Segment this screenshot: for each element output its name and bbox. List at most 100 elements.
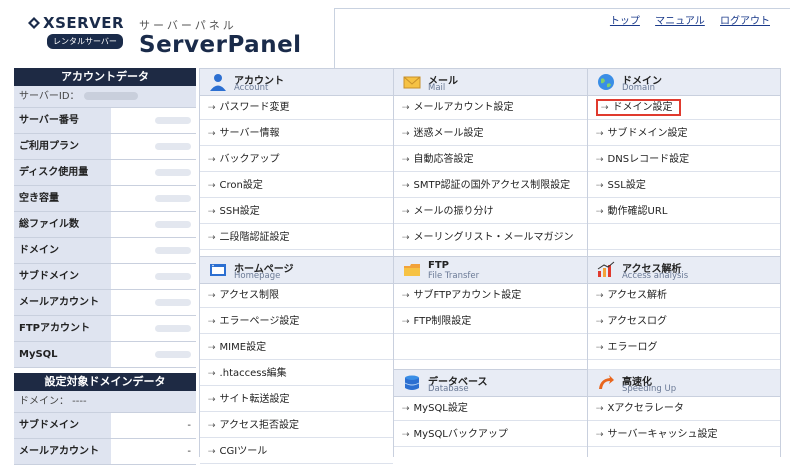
menu-item-homepage[interactable]: ⇢ .htaccess編集 (200, 361, 393, 386)
domain-data-row: メールアカウント - (14, 439, 196, 465)
menu-item-mail[interactable]: ⇢ メールアカウント設定 (394, 95, 587, 120)
section-header-account: アカウント Account (200, 68, 393, 96)
account-data-panel: アカウントデータ サーバーID： サーバー番号 ご利用プラン ディスク使用量 空き容量… (14, 68, 196, 465)
menu-item-label: DNSレコード設定 (607, 154, 690, 165)
menu-item-label: CGIツール (219, 446, 268, 457)
row-label: メールアカウント (14, 439, 111, 464)
menu-item-homepage[interactable]: ⇢ MIME設定 (200, 335, 393, 360)
menu-item-ftp[interactable]: ⇢ サブFTPアカウント設定 (394, 283, 587, 308)
menu-item-label: FTP制限設定 (413, 316, 472, 327)
menu-item-label: エラーページ設定 (219, 316, 300, 327)
menu-item-homepage[interactable]: ⇢ アクセス拒否設定 (200, 413, 393, 438)
menu-item-account[interactable]: ⇢ パスワード変更 (200, 95, 393, 120)
menu-item-label: パスワード変更 (219, 102, 290, 113)
highlight-box[interactable]: ⇢ ドメイン設定 (596, 99, 681, 116)
mail-icon (402, 72, 422, 92)
menu-item-account[interactable]: ⇢ SSH設定 (200, 199, 393, 224)
menu-item-label: MIME設定 (219, 342, 267, 353)
server-id-row: サーバーID： (14, 86, 196, 108)
row-value: - (111, 413, 196, 438)
arrow-icon: ⇢ (402, 233, 410, 243)
menu-item-account[interactable]: ⇢ 二段階認証設定 (200, 225, 393, 250)
domain-data-heading: 設定対象ドメインデータ (14, 373, 196, 391)
arrow-icon: ⇢ (596, 155, 604, 165)
xserver-logo[interactable]: XSERVER (28, 14, 124, 32)
menu-item-domain[interactable]: ⇢ SSL設定 (588, 173, 780, 198)
arrow-icon: ⇢ (402, 317, 410, 327)
row-value (111, 264, 196, 289)
menu-item-analytics[interactable]: ⇢ アクセス解析 (588, 283, 780, 308)
menu-item-ftp[interactable]: ⇢ FTP制限設定 (394, 309, 587, 334)
menu-item-label: Xアクセラレータ (607, 403, 684, 414)
menu-item-mail[interactable]: ⇢ メールの振り分け (394, 199, 587, 224)
section-subtitle: Database (428, 384, 469, 394)
target-domain-row: ドメイン： ---- (14, 391, 196, 413)
menu-item-label: MySQL設定 (413, 403, 468, 414)
section-header-mail: メール Mail (394, 68, 587, 96)
arrow-icon: ⇢ (208, 421, 216, 431)
nav-manual-link[interactable]: マニュアル (655, 16, 705, 27)
arrow-icon: ⇢ (208, 155, 216, 165)
account-data-row: ドメイン (14, 238, 196, 264)
menu-item-mail[interactable]: ⇢ メーリングリスト・メールマガジン (394, 225, 587, 250)
menu-item-mail[interactable]: ⇢ SMTP認証の国外アクセス制限設定 (394, 173, 587, 198)
arrow-icon: ⇢ (208, 317, 216, 327)
database-icon (402, 373, 422, 393)
row-value: - (111, 439, 196, 464)
account-data-row: 総ファイル数 (14, 212, 196, 238)
row-label: メールアカウント (14, 290, 111, 315)
menu-item-account[interactable]: ⇢ Cron設定 (200, 173, 393, 198)
menu-item-mail[interactable]: ⇢ 迷惑メール設定 (394, 121, 587, 146)
menu-item-domain[interactable]: ⇢ サブドメイン設定 (588, 121, 780, 146)
nav-top-link[interactable]: トップ (610, 16, 640, 27)
account-data-row: サーバー番号 (14, 108, 196, 134)
arrow-icon: ⇢ (596, 207, 604, 217)
menu-item-analytics[interactable]: ⇢ アクセスログ (588, 309, 780, 334)
menu-item-speedup[interactable]: ⇢ サーバーキャッシュ設定 (588, 422, 780, 447)
menu-item-label: SMTP認証の国外アクセス制限設定 (413, 180, 571, 191)
arrow-icon: ⇢ (402, 291, 410, 301)
row-value (111, 238, 196, 263)
menu-item-domain[interactable]: ⇢ ドメイン設定 (588, 95, 780, 120)
arrow-icon: ⇢ (208, 447, 216, 457)
menu-item-database[interactable]: ⇢ MySQLバックアップ (394, 422, 587, 447)
section-subtitle: File Transfer (428, 271, 480, 281)
arrow-icon: ⇢ (596, 291, 604, 301)
menu-item-homepage[interactable]: ⇢ CGIツール (200, 439, 393, 464)
menu-item-label: サーバー情報 (219, 128, 280, 139)
menu-item-mail[interactable]: ⇢ 自動応答設定 (394, 147, 587, 172)
menu-item-account[interactable]: ⇢ バックアップ (200, 147, 393, 172)
arrow-icon: ⇢ (208, 103, 216, 113)
domain-data-row: サブドメイン - (14, 413, 196, 439)
menu-item-analytics[interactable]: ⇢ エラーログ (588, 335, 780, 360)
section-subtitle: Account (234, 83, 269, 93)
account-data-row: サブドメイン (14, 264, 196, 290)
menu-item-label: バックアップ (219, 154, 280, 165)
menu-item-database[interactable]: ⇢ MySQL設定 (394, 396, 587, 421)
speedup-icon (596, 373, 616, 393)
menu-item-label: アクセス拒否設定 (219, 420, 300, 431)
menu-item-account[interactable]: ⇢ サーバー情報 (200, 121, 393, 146)
row-value (111, 316, 196, 341)
menu-item-domain[interactable]: ⇢ 動作確認URL (588, 199, 780, 224)
redacted-value (155, 272, 191, 280)
nav-logout-link[interactable]: ログアウト (720, 16, 770, 27)
section-header-homepage: ホームページ Homepage (200, 256, 393, 284)
menu-item-label: サブドメイン設定 (607, 128, 688, 139)
arrow-icon: ⇢ (601, 103, 609, 113)
menu-item-label: ドメイン設定 (612, 102, 673, 113)
section-subtitle: Speeding Up (622, 384, 677, 394)
row-label: サブドメイン (14, 264, 111, 289)
menu-item-homepage[interactable]: ⇢ エラーページ設定 (200, 309, 393, 334)
menu-item-homepage[interactable]: ⇢ サイト転送設定 (200, 387, 393, 412)
menu-item-label: MySQLバックアップ (413, 429, 508, 440)
menu-item-homepage[interactable]: ⇢ アクセス制限 (200, 283, 393, 308)
arrow-icon: ⇢ (596, 181, 604, 191)
user-icon (208, 72, 228, 92)
menu-item-domain[interactable]: ⇢ DNSレコード設定 (588, 147, 780, 172)
page-title: ServerPanel (139, 32, 302, 58)
menu-item-speedup[interactable]: ⇢ Xアクセラレータ (588, 396, 780, 421)
account-data-row: MySQL (14, 342, 196, 368)
redacted-value (155, 324, 191, 332)
logo-badge: レンタルサーバー (47, 34, 123, 49)
